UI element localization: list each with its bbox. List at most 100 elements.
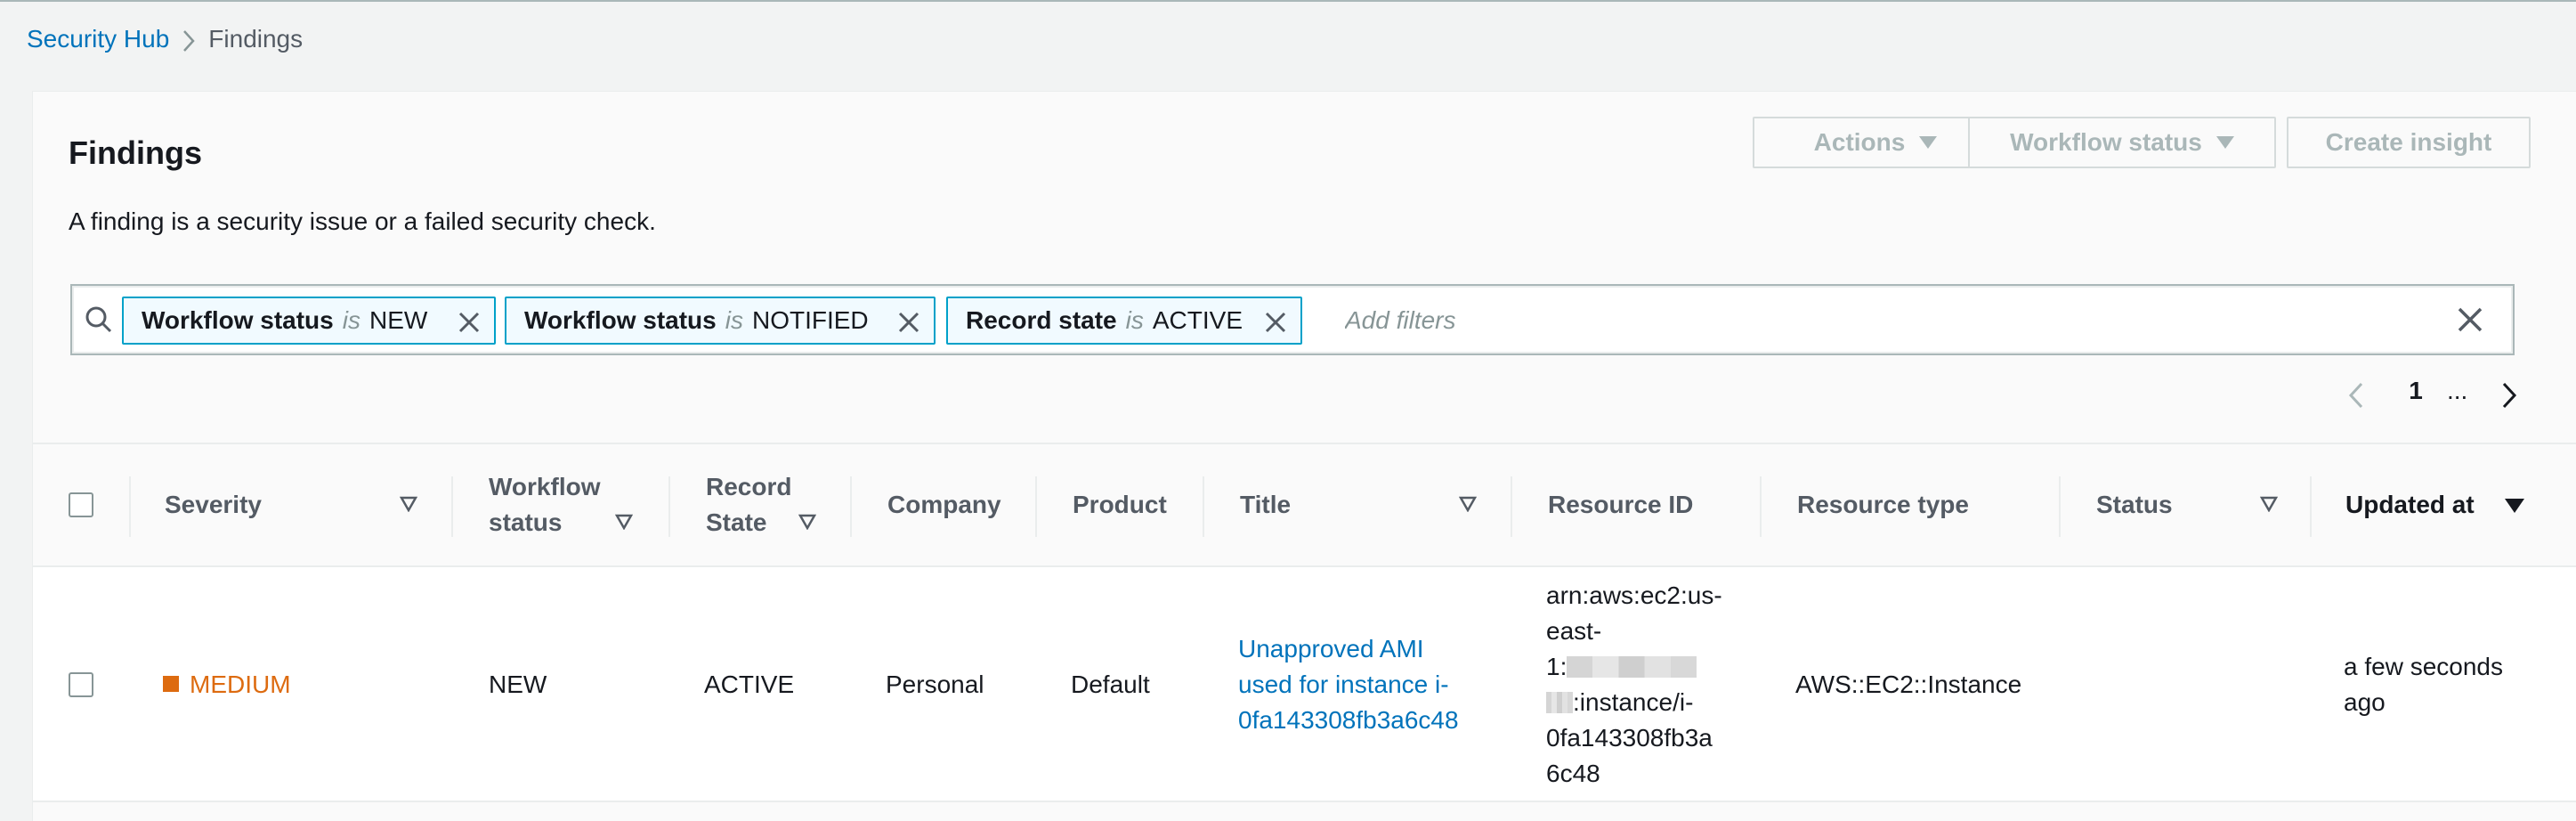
updated-at-line: ago	[2344, 688, 2386, 716]
add-filters-input[interactable]	[1343, 298, 2415, 343]
top-border	[0, 0, 2576, 2]
column-header-company[interactable]: Company	[887, 444, 1001, 565]
breadcrumb-security-hub-link[interactable]: Security Hub	[27, 25, 169, 53]
column-header-label: Title	[1240, 491, 1292, 518]
resource-id-line: :instance/i-	[1546, 685, 1722, 720]
filter-token-operator: is	[1125, 306, 1144, 334]
resource-id-line: arn:aws:ec2:us-	[1546, 581, 1722, 609]
column-header-product[interactable]: Product	[1073, 444, 1167, 565]
filter-token-key: Record state	[966, 306, 1117, 334]
sort-descending-icon[interactable]	[2504, 498, 2525, 518]
workflow-status-cell: NEW	[489, 671, 547, 698]
select-all-checkbox[interactable]	[69, 492, 93, 517]
column-header-label: Status	[2096, 491, 2173, 518]
create-insight-button[interactable]: Create insight	[2287, 117, 2531, 168]
resource-id-line: east-	[1546, 617, 1602, 645]
column-header-label: Severity	[165, 491, 262, 518]
company-cell: Personal	[886, 671, 984, 698]
chevron-right-icon	[169, 25, 208, 53]
redacted-account-id	[1546, 692, 1573, 713]
column-divider	[129, 476, 131, 537]
workflow-status-button-label: Workflow status	[2010, 128, 2202, 156]
chevron-left-icon[interactable]	[2347, 382, 2365, 415]
actions-button[interactable]: Actions	[1753, 117, 1998, 168]
caret-down-icon	[1919, 136, 1938, 149]
findings-panel: Findings A finding is a security issue o…	[32, 91, 2576, 821]
page-description: A finding is a security issue or a faile…	[69, 207, 656, 235]
filter-token-record-state-active: Record state is ACTIVE	[946, 297, 1302, 345]
column-header-label: Updated at	[2345, 491, 2475, 518]
column-header-label: Company	[887, 491, 1001, 518]
resource-id-line: 1:	[1546, 649, 1722, 685]
clear-filters-icon[interactable]	[2458, 307, 2483, 337]
filter-token-value: NEW	[369, 306, 428, 334]
filter-bar: Workflow status is NEW Workflow status i…	[70, 284, 2515, 355]
page-ellipsis: ...	[2447, 377, 2468, 404]
column-divider	[1035, 476, 1037, 537]
remove-filter-icon[interactable]	[458, 311, 480, 339]
page-number-button[interactable]: 1	[2402, 377, 2429, 405]
remove-filter-icon[interactable]	[1265, 311, 1286, 339]
actions-button-label: Actions	[1813, 128, 1906, 156]
severity-cell: MEDIUM	[163, 667, 291, 703]
chevron-right-icon[interactable]	[2500, 382, 2518, 415]
title-line: used for instance i-	[1238, 671, 1449, 698]
resource-type-cell: AWS::EC2::Instance	[1795, 671, 2022, 698]
create-insight-button-label: Create insight	[2325, 128, 2492, 156]
caret-down-icon	[2216, 136, 2234, 149]
filter-token-value: ACTIVE	[1152, 306, 1243, 334]
column-header-title[interactable]: Title	[1240, 444, 1291, 565]
column-divider	[2059, 476, 2061, 537]
filter-token-workflow-notified: Workflow status is NOTIFIED	[505, 297, 936, 345]
column-header-severity[interactable]: Severity	[165, 444, 262, 565]
column-header-resource-type[interactable]: Resource type	[1797, 444, 1969, 565]
page-title: Findings	[69, 134, 202, 171]
resource-id-line: 0fa143308fb3a	[1546, 724, 1713, 752]
resource-id-account-prefix: 1:	[1546, 653, 1567, 680]
column-divider	[451, 476, 453, 537]
column-divider	[2310, 476, 2312, 537]
column-header-updated-at[interactable]: Updated at	[2345, 444, 2475, 565]
sort-icon[interactable]	[399, 496, 418, 516]
column-header-label: Resource ID	[1548, 491, 1694, 518]
filter-token-operator: is	[342, 306, 360, 334]
row-select-checkbox[interactable]	[69, 672, 93, 697]
title-line: Unapproved AMI	[1238, 635, 1424, 662]
breadcrumb-current: Findings	[208, 25, 304, 53]
severity-label: MEDIUM	[190, 671, 291, 698]
column-divider	[1511, 476, 1512, 537]
column-header-label: Product	[1073, 491, 1167, 518]
sort-icon[interactable]	[1458, 496, 1478, 516]
severity-medium-icon	[163, 676, 179, 692]
column-header-label-line1: Record	[706, 473, 792, 500]
product-cell: Default	[1071, 671, 1150, 698]
filter-token-key: Workflow status	[142, 306, 334, 334]
remove-filter-icon[interactable]	[898, 311, 919, 339]
workflow-status-button[interactable]: Workflow status	[1968, 117, 2276, 168]
finding-title-link[interactable]: Unapproved AMI used for instance i- 0fa1…	[1238, 631, 1459, 738]
column-divider	[850, 476, 852, 537]
redacted-account-id	[1567, 656, 1697, 678]
filter-token-value: NOTIFIED	[751, 306, 869, 334]
table-row[interactable]: MEDIUM NEW ACTIVE Personal Default Unapp…	[33, 567, 2576, 802]
resource-id-cell: arn:aws:ec2:us- east- 1: :instance/i- 0f…	[1546, 578, 1722, 792]
updated-at-cell: a few seconds ago	[2344, 649, 2503, 720]
sort-icon[interactable]	[614, 514, 634, 534]
resource-id-suffix: :instance/i-	[1573, 688, 1694, 716]
column-header-label-line1: Workflow	[489, 473, 601, 500]
filter-token-key: Workflow status	[524, 306, 717, 334]
column-divider	[1203, 476, 1204, 537]
title-line: 0fa143308fb3a6c48	[1238, 706, 1459, 734]
column-header-label-line2: State	[706, 508, 767, 536]
column-header-workflow-status[interactable]: Workflow status	[489, 444, 600, 565]
updated-at-line: a few seconds	[2344, 653, 2503, 680]
search-icon	[85, 305, 113, 338]
column-header-status[interactable]: Status	[2096, 444, 2173, 565]
column-header-resource-id[interactable]: Resource ID	[1548, 444, 1693, 565]
sort-icon[interactable]	[2259, 496, 2279, 516]
record-state-cell: ACTIVE	[704, 671, 795, 698]
sort-icon[interactable]	[798, 514, 817, 534]
column-header-label-line2: status	[489, 508, 563, 536]
column-header-record-state[interactable]: Record State	[706, 444, 791, 565]
column-divider	[668, 476, 670, 537]
